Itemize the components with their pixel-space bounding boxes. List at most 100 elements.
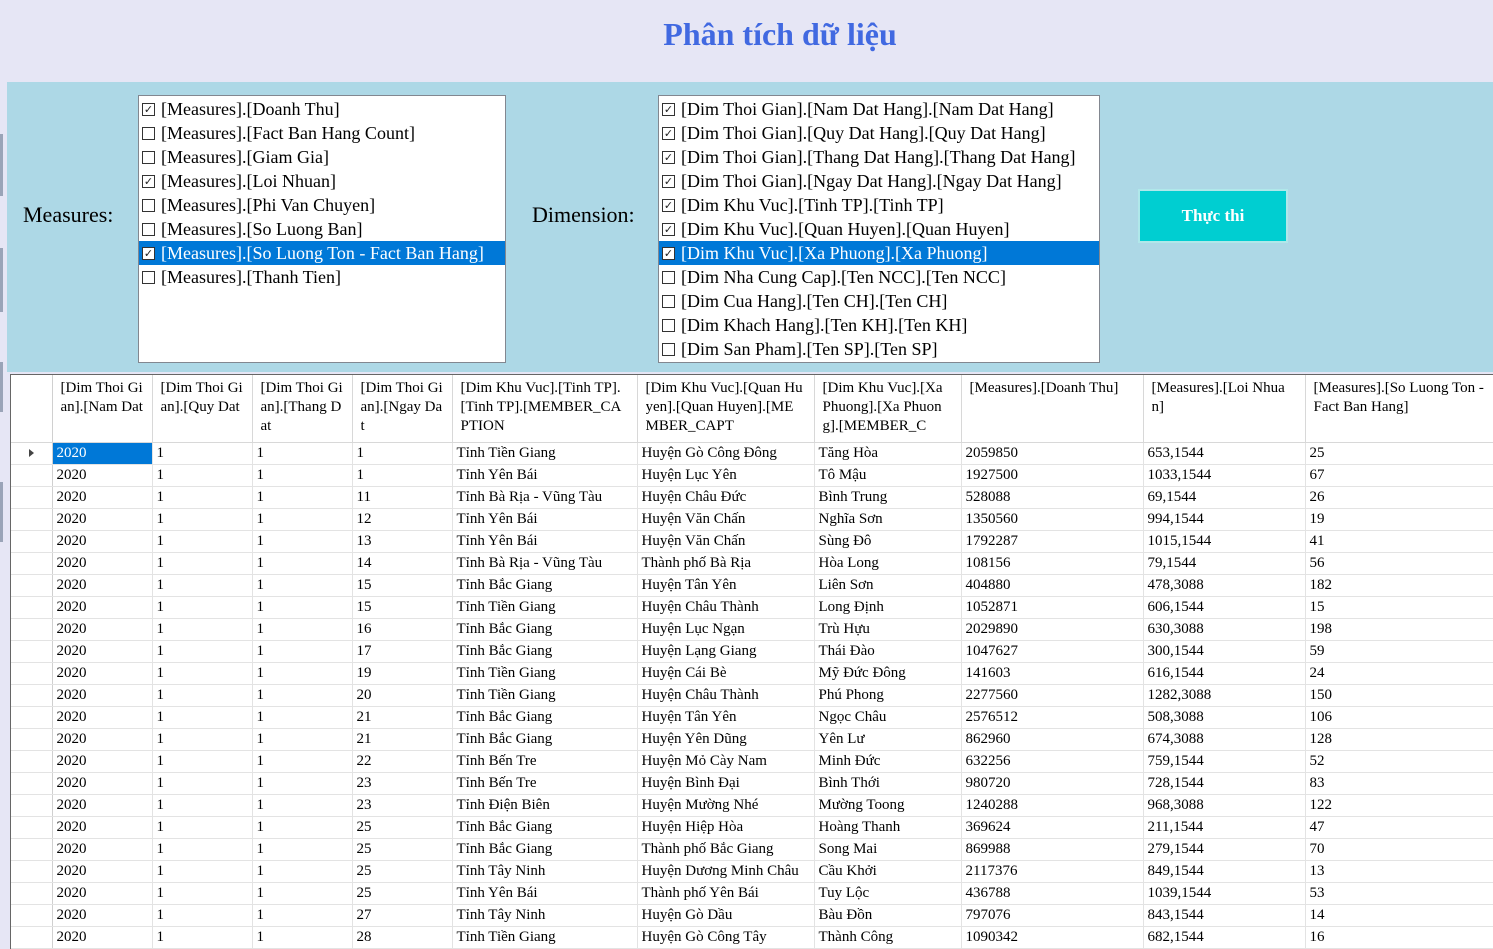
table-cell[interactable]: 1 bbox=[252, 486, 353, 509]
table-cell[interactable]: 52 bbox=[1305, 750, 1493, 773]
column-header[interactable]: [Measures].[Doanh Thu] bbox=[961, 375, 1144, 443]
table-row[interactable]: 2020 1 1 19 Tỉnh Tiền Giang Huyện Cái Bè Mỹ Đứ… bbox=[11, 662, 1493, 685]
table-cell[interactable]: 279,1544 bbox=[1143, 838, 1306, 861]
table-cell[interactable]: 1 bbox=[152, 926, 253, 949]
table-cell[interactable]: 13 bbox=[352, 530, 453, 553]
table-cell[interactable]: Tỉnh Yên Bái bbox=[452, 530, 638, 553]
table-cell[interactable]: 198 bbox=[1305, 618, 1493, 641]
run-button[interactable]: Thực thi bbox=[1138, 189, 1288, 243]
row-header[interactable] bbox=[11, 640, 53, 663]
table-cell[interactable]: 436788 bbox=[961, 882, 1144, 905]
checkbox-icon[interactable] bbox=[142, 126, 155, 140]
column-header[interactable]: [Dim Thoi Gian].[Thang Dat bbox=[252, 375, 353, 443]
table-cell[interactable]: Huyện Châu Đức bbox=[637, 486, 815, 509]
table-cell[interactable]: 1 bbox=[252, 684, 353, 707]
table-cell[interactable]: 15 bbox=[352, 596, 453, 619]
table-cell[interactable]: 478,3088 bbox=[1143, 574, 1306, 597]
table-cell[interactable]: Nghĩa Sơn bbox=[814, 508, 962, 531]
table-cell[interactable]: 2020 bbox=[52, 662, 153, 685]
table-cell[interactable]: Tỉnh Tiền Giang bbox=[452, 684, 638, 707]
table-cell[interactable]: 1 bbox=[152, 684, 253, 707]
table-cell[interactable]: Liên Sơn bbox=[814, 574, 962, 597]
table-cell[interactable]: 1 bbox=[152, 618, 253, 641]
checkbox-icon[interactable] bbox=[662, 342, 675, 356]
row-header[interactable] bbox=[11, 926, 53, 949]
table-cell[interactable]: Huyện Gò Công Tây bbox=[637, 926, 815, 949]
table-cell[interactable]: 2020 bbox=[52, 684, 153, 707]
table-cell[interactable]: 1 bbox=[252, 794, 353, 817]
table-cell[interactable]: Minh Đức bbox=[814, 750, 962, 773]
measure-item[interactable]: [Measures].[Thanh Tien] bbox=[139, 265, 505, 289]
table-cell[interactable]: 2020 bbox=[52, 926, 153, 949]
table-cell[interactable]: 2020 bbox=[52, 530, 153, 553]
checkbox-icon[interactable] bbox=[142, 150, 155, 164]
table-cell[interactable]: 106 bbox=[1305, 706, 1493, 729]
table-cell[interactable]: 1 bbox=[252, 662, 353, 685]
table-row[interactable]: 2020 1 1 23 Tỉnh Điện Biên Huyện Mường Nhé Mườ… bbox=[11, 794, 1493, 817]
table-row[interactable]: 2020 1 1 17 Tỉnh Bắc Giang Huyện Lạng Giang Th… bbox=[11, 640, 1493, 663]
row-header[interactable] bbox=[11, 596, 53, 619]
table-row[interactable]: 2020 1 1 27 Tỉnh Tây Ninh Huyện Gò Dầu Bàu Đồn… bbox=[11, 904, 1493, 927]
table-cell[interactable]: Tỉnh Tiền Giang bbox=[452, 596, 638, 619]
table-row[interactable]: 2020 1 1 25 Tỉnh Bắc Giang Huyện Hiệp Hòa Hoàn… bbox=[11, 816, 1493, 839]
row-header[interactable] bbox=[11, 464, 53, 487]
table-cell[interactable]: Tỉnh Yên Bái bbox=[452, 508, 638, 531]
table-cell[interactable]: 759,1544 bbox=[1143, 750, 1306, 773]
checkbox-checked-icon[interactable]: ✓ bbox=[662, 198, 675, 212]
table-cell[interactable]: 1 bbox=[152, 794, 253, 817]
table-cell[interactable]: 674,3088 bbox=[1143, 728, 1306, 751]
table-cell[interactable]: 1350560 bbox=[961, 508, 1144, 531]
table-cell[interactable]: 21 bbox=[352, 728, 453, 751]
table-cell[interactable]: Thành Công bbox=[814, 926, 962, 949]
table-cell[interactable]: 2020 bbox=[52, 508, 153, 531]
table-cell[interactable]: Huyện Châu Thành bbox=[637, 596, 815, 619]
table-cell[interactable]: 16 bbox=[1305, 926, 1493, 949]
row-header[interactable] bbox=[11, 508, 53, 531]
table-cell[interactable]: Tỉnh Bà Rịa - Vũng Tàu bbox=[452, 552, 638, 575]
table-cell[interactable]: Trù Hựu bbox=[814, 618, 962, 641]
table-cell[interactable]: 1 bbox=[252, 882, 353, 905]
table-cell[interactable]: 79,1544 bbox=[1143, 552, 1306, 575]
table-cell[interactable]: 369624 bbox=[961, 816, 1144, 839]
row-header[interactable] bbox=[11, 904, 53, 927]
table-cell[interactable]: 1792287 bbox=[961, 530, 1144, 553]
table-cell[interactable]: Mỹ Đức Đông bbox=[814, 662, 962, 685]
table-cell[interactable]: 404880 bbox=[961, 574, 1144, 597]
table-row[interactable]: 2020 1 1 21 Tỉnh Bắc Giang Huyện Yên Dũng Yên … bbox=[11, 728, 1493, 751]
table-cell[interactable]: Huyện Mường Nhé bbox=[637, 794, 815, 817]
table-cell[interactable]: 13 bbox=[1305, 860, 1493, 883]
table-cell[interactable]: Tỉnh Tây Ninh bbox=[452, 860, 638, 883]
dimension-item[interactable]: ✓ [Dim Khu Vuc].[Quan Huyen].[Quan Huyen] bbox=[659, 217, 1099, 241]
table-cell[interactable]: Thành phố Bắc Giang bbox=[637, 838, 815, 861]
row-header[interactable] bbox=[11, 684, 53, 707]
table-cell[interactable]: 980720 bbox=[961, 772, 1144, 795]
table-cell[interactable]: 849,1544 bbox=[1143, 860, 1306, 883]
table-cell[interactable]: Long Định bbox=[814, 596, 962, 619]
table-cell[interactable]: Tô Mậu bbox=[814, 464, 962, 487]
measure-item[interactable]: [Measures].[So Luong Ban] bbox=[139, 217, 505, 241]
column-header[interactable]: [Dim Thoi Gian].[Quy Dat bbox=[152, 375, 253, 443]
table-cell[interactable]: 1 bbox=[252, 728, 353, 751]
table-cell[interactable]: 1 bbox=[252, 530, 353, 553]
table-cell[interactable]: Huyện Cái Bè bbox=[637, 662, 815, 685]
table-cell[interactable]: 2020 bbox=[52, 816, 153, 839]
table-cell[interactable]: Bàu Đồn bbox=[814, 904, 962, 927]
table-cell[interactable]: 83 bbox=[1305, 772, 1493, 795]
table-cell[interactable]: 2020 bbox=[52, 486, 153, 509]
table-cell[interactable]: Tỉnh Yên Bái bbox=[452, 882, 638, 905]
table-cell[interactable]: 1 bbox=[352, 442, 453, 465]
table-cell[interactable]: 23 bbox=[352, 794, 453, 817]
table-cell[interactable]: Cầu Khởi bbox=[814, 860, 962, 883]
dimension-item[interactable]: ✓ [Dim Thoi Gian].[Ngay Dat Hang].[Ngay D… bbox=[659, 169, 1099, 193]
dimension-item[interactable]: ✓ [Dim Thoi Gian].[Thang Dat Hang].[Thang… bbox=[659, 145, 1099, 169]
table-cell[interactable]: 1 bbox=[252, 838, 353, 861]
table-cell[interactable]: Tỉnh Bà Rịa - Vũng Tàu bbox=[452, 486, 638, 509]
table-cell[interactable]: 797076 bbox=[961, 904, 1144, 927]
table-row[interactable]: 2020 1 1 28 Tỉnh Tiền Giang Huyện Gò Công Tây… bbox=[11, 926, 1493, 949]
row-header[interactable] bbox=[11, 816, 53, 839]
table-cell[interactable]: 25 bbox=[352, 860, 453, 883]
table-cell[interactable]: 1240288 bbox=[961, 794, 1144, 817]
checkbox-icon[interactable] bbox=[662, 318, 675, 332]
table-cell[interactable]: Phú Phong bbox=[814, 684, 962, 707]
table-cell[interactable]: Huyện Văn Chấn bbox=[637, 508, 815, 531]
